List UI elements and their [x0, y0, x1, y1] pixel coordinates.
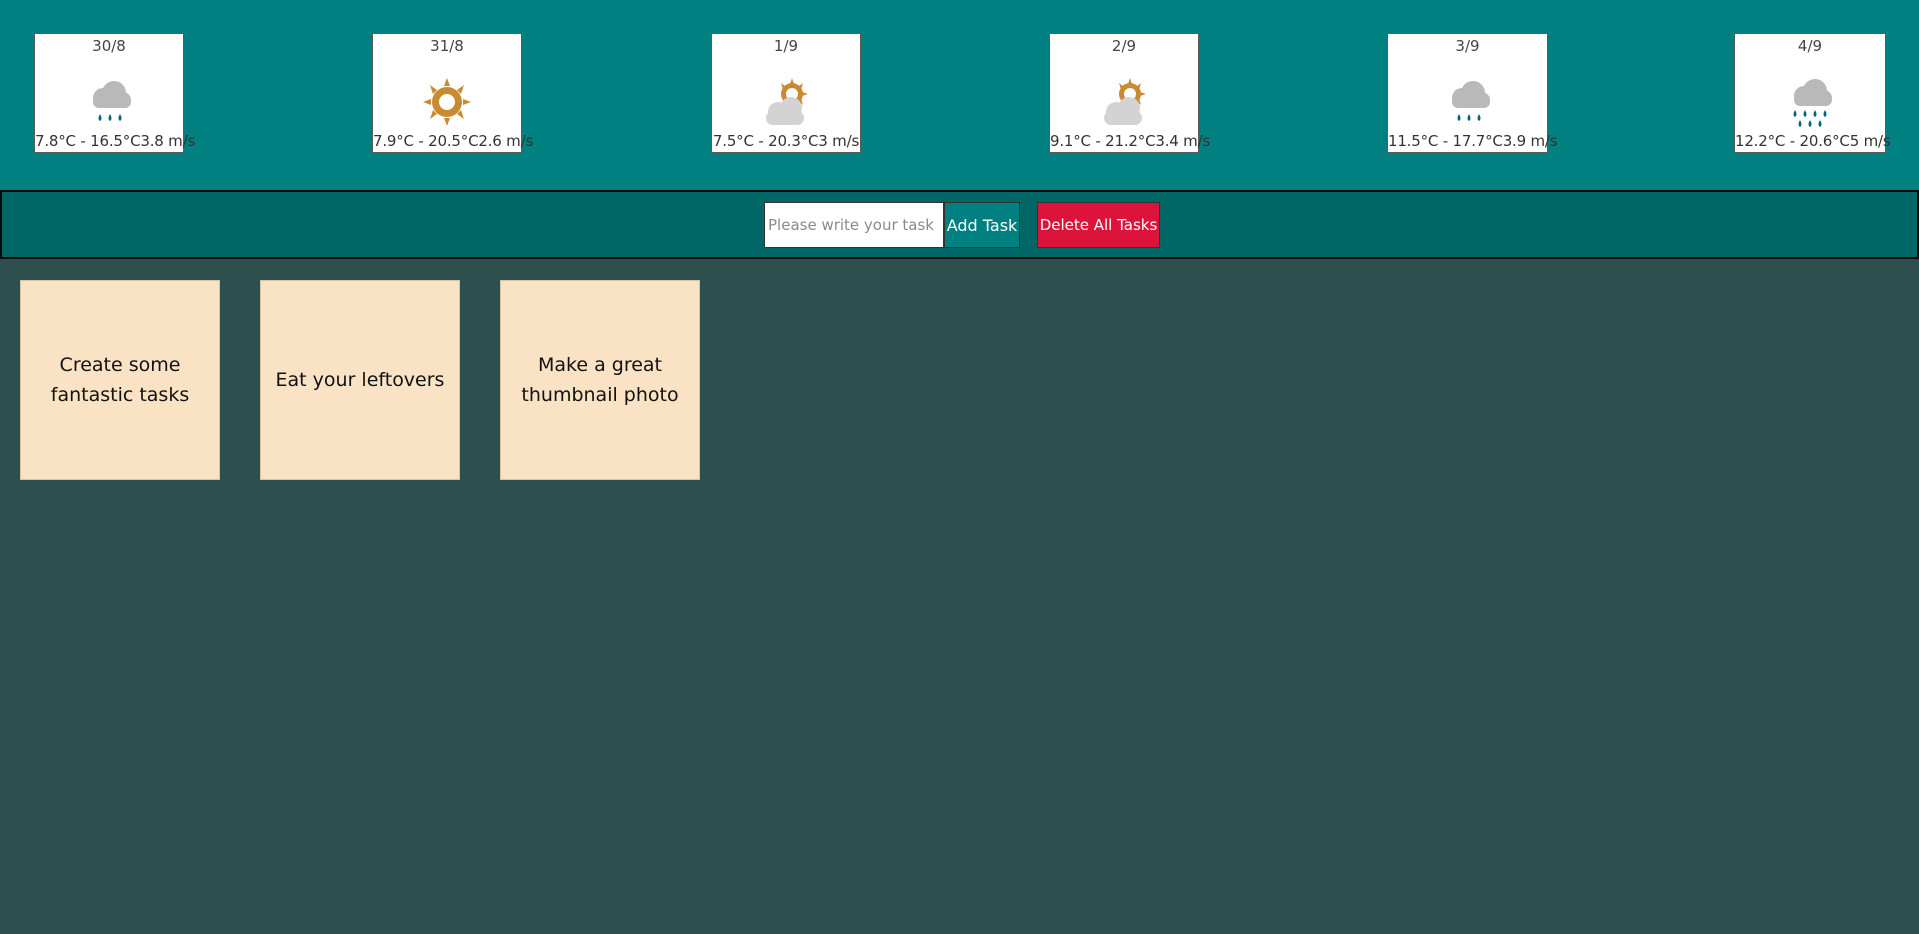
partly-cloudy-icon — [766, 78, 808, 125]
sun-icon — [423, 78, 471, 126]
task-note-text: Make a great thumbnail photo — [521, 354, 679, 406]
forecast-reading: 9.1°C - 21.2°C3.4 m/s — [1050, 132, 1211, 150]
forecast-date: 1/9 — [773, 37, 799, 55]
forecast-date: 30/8 — [92, 37, 126, 55]
task-note[interactable]: Eat your leftovers — [260, 280, 460, 480]
rain-cloud-icon — [1451, 81, 1490, 121]
add-task-button[interactable]: Add Task — [944, 202, 1020, 248]
heavy-rain-cloud-icon — [1793, 79, 1832, 127]
forecast-day-card: 2/9 9.1°C - 21.2°C3.4 m/s — [1049, 33, 1211, 153]
forecast-date: 31/8 — [430, 37, 464, 55]
task-note[interactable]: Make a great thumbnail photo — [500, 280, 700, 480]
forecast-date: 4/9 — [1797, 37, 1823, 55]
forecast-date: 2/9 — [1111, 37, 1137, 55]
forecast-day-card: 1/9 7.5°C - 20.3°C3 m/s — [711, 33, 861, 153]
task-note-text: Eat your leftovers — [275, 369, 445, 391]
task-note[interactable]: Create some fantastic tasks — [20, 280, 220, 480]
weather-forecast-bar: 30/8 7.8°C - 16.5°C3.8 m/s 31/8 7.9°C - … — [0, 0, 1919, 190]
partly-cloudy-icon — [1104, 78, 1146, 125]
forecast-reading: 12.2°C - 20.6°C5 m/s — [1735, 132, 1891, 150]
forecast-day-card: 3/9 11.5°C - 17.7°C3.9 m/s — [1387, 33, 1558, 153]
forecast-day-card: 31/8 7.9°C - 20.5°C2.6 m/s — [372, 33, 534, 153]
forecast-reading: 7.8°C - 16.5°C3.8 m/s — [35, 132, 196, 150]
rain-cloud-icon — [93, 81, 131, 121]
forecast-day-card: 30/8 7.8°C - 16.5°C3.8 m/s — [34, 33, 196, 153]
forecast-day-card: 4/9 12.2°C - 20.6°C5 m/s — [1734, 33, 1891, 153]
delete-all-tasks-button[interactable]: Delete All Tasks — [1037, 202, 1160, 248]
forecast-reading: 7.9°C - 20.5°C2.6 m/s — [373, 132, 534, 150]
forecast-date: 3/9 — [1455, 37, 1480, 55]
task-input[interactable] — [764, 202, 944, 248]
task-toolbar: Add Task Delete All Tasks — [0, 190, 1919, 259]
task-note-text: Create some fantastic tasks — [50, 354, 190, 406]
forecast-reading: 11.5°C - 17.7°C3.9 m/s — [1388, 132, 1558, 150]
forecast-reading: 7.5°C - 20.3°C3 m/s — [712, 132, 860, 150]
